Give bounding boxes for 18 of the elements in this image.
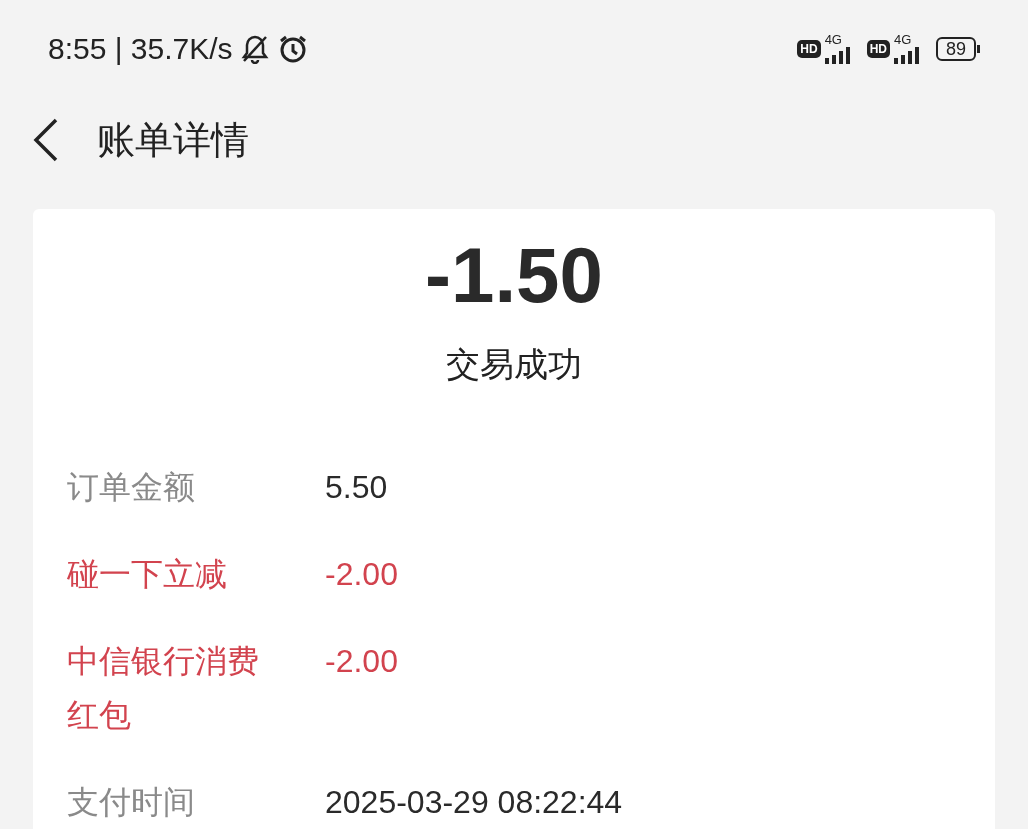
bell-off-icon xyxy=(240,33,269,64)
detail-value: 5.50 xyxy=(325,468,388,507)
detail-label: 支付时间 xyxy=(67,783,196,822)
hd-badge: HD xyxy=(866,39,890,58)
status-text: 交易成功 xyxy=(446,344,582,385)
detail-label: 碰一下立减 xyxy=(67,555,228,594)
detail-label: 中信银行消费红包 xyxy=(67,642,260,735)
network-label: 4G xyxy=(893,33,912,46)
detail-value: -2.00 xyxy=(325,642,398,681)
page-title: 账单详情 xyxy=(97,117,249,163)
battery-indicator: 89 xyxy=(935,36,976,61)
detail-value: -2.00 xyxy=(325,555,398,594)
status-time: 8:55 | 35.7K/s xyxy=(48,31,233,67)
amount: -1.50 xyxy=(425,231,603,319)
network-label: 4G xyxy=(824,33,842,46)
detail-label: 订单金额 xyxy=(67,468,196,507)
hd-badge: HD xyxy=(797,39,821,58)
detail-value: 2025-03-29 08:22:44 xyxy=(325,783,623,822)
